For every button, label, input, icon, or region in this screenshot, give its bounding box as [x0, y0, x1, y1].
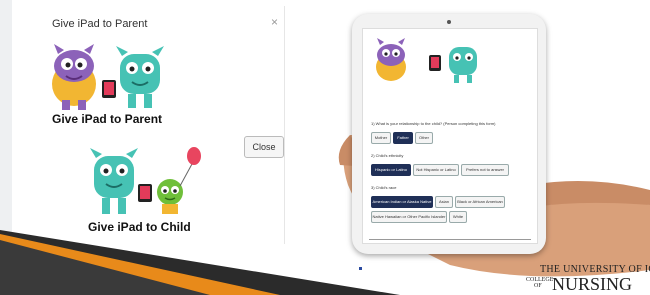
child-monsters-illustration	[90, 147, 201, 214]
close-icon[interactable]: ×	[271, 15, 278, 29]
option-prefers-not-to-answer[interactable]: Prefers not to answer	[461, 164, 509, 176]
question-relationship: 1) What is your relationship to the chil…	[371, 121, 496, 126]
option-hispanic-or-latino[interactable]: Hispanic or Latino	[371, 164, 411, 176]
ipad-screen: 1) What is your relationship to the chil…	[362, 28, 538, 244]
modal-title: Give iPad to Parent	[52, 18, 148, 30]
option-white[interactable]: White	[449, 211, 467, 223]
option-father[interactable]: Father	[393, 132, 413, 144]
slide-dot	[359, 267, 362, 270]
give-to-parent-option[interactable]: Give iPad to Parent	[44, 36, 184, 128]
university-logo: THE UNIVERSITY OF IOWA COLLEGE OF NURSIN…	[526, 264, 650, 295]
question-ethnicity: 2) Child's ethnicity	[371, 153, 404, 158]
logo-college-text: COLLEGE OF	[526, 277, 553, 289]
option-native-hawaiian[interactable]: Native Hawaiian or Other Pacific Islande…	[371, 211, 447, 223]
option-american-indian[interactable]: American Indian or Alaska Native	[371, 196, 433, 208]
option-not-hispanic-or-latino[interactable]: Not Hispanic or Latino	[413, 164, 459, 176]
option-black-or-african-american[interactable]: Black or African American	[455, 196, 505, 208]
ipad-device: 1) What is your relationship to the chil…	[352, 14, 546, 254]
option-other[interactable]: Other	[415, 132, 433, 144]
monsters-header-illustration	[376, 38, 477, 83]
parent-monsters-illustration	[52, 44, 164, 110]
give-to-parent-label: Give iPad to Parent	[52, 112, 163, 126]
logo-nursing-text: NURSING	[552, 274, 633, 294]
camera-icon	[447, 20, 451, 24]
give-to-child-option[interactable]: Give iPad to Child	[88, 146, 228, 236]
question-race: 3) Child's race	[371, 185, 397, 190]
close-button[interactable]: Close	[244, 136, 284, 158]
option-mother[interactable]: Mother	[371, 132, 391, 144]
form-divider	[369, 239, 531, 240]
give-ipad-modal: Give iPad to Parent × Give iPad to Paren…	[14, 6, 285, 244]
option-asian[interactable]: Asian	[435, 196, 453, 208]
logo-of-word: OF	[534, 283, 542, 289]
slide: Give iPad to Parent × Give iPad to Paren…	[0, 0, 650, 295]
